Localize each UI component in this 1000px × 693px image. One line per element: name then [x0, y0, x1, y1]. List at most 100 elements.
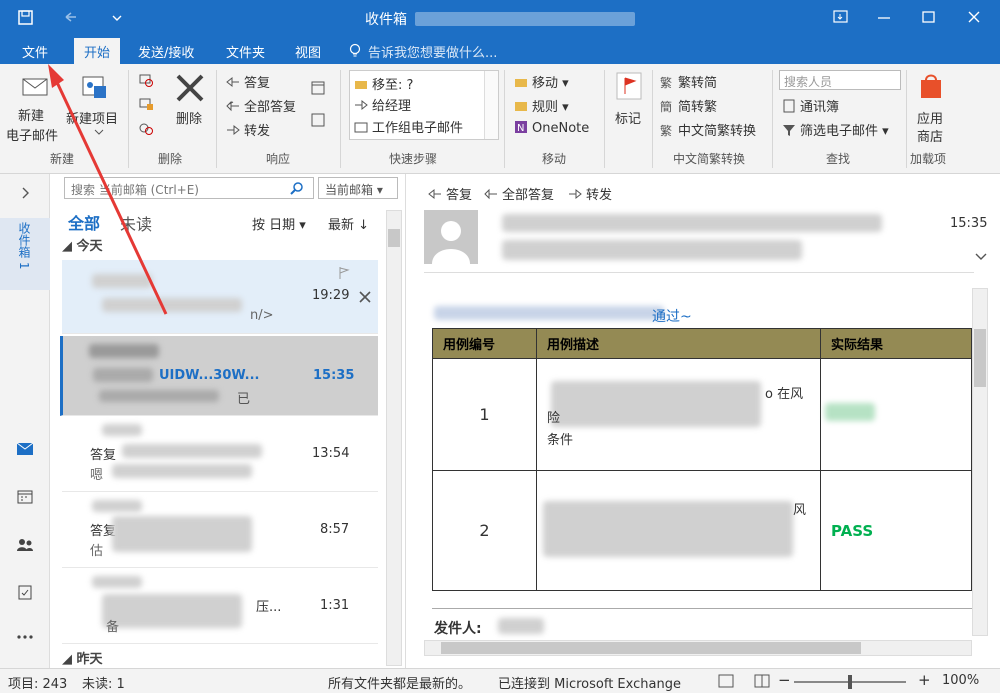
- zoom-in-button[interactable]: +: [918, 671, 931, 689]
- tab-home[interactable]: 开始: [74, 38, 121, 64]
- reading-reply-label: 答复: [446, 188, 473, 203]
- more-icon[interactable]: [16, 634, 34, 640]
- tab-view[interactable]: 视图: [295, 42, 321, 61]
- group-find: 查找: [826, 152, 851, 166]
- reading-forward-button[interactable]: 转发: [568, 184, 612, 203]
- new-items-button[interactable]: 新建项目: [66, 108, 118, 127]
- avatar: [424, 210, 478, 264]
- message-list-pane: 搜索 当前邮箱 (Ctrl+E) 当前邮箱 ▾ 全部 未读 按 日期 ▾ 最新 …: [50, 174, 406, 668]
- trad-to-simp-button[interactable]: 繁繁转简: [660, 72, 717, 91]
- qat-dropdown-icon[interactable]: [110, 10, 124, 24]
- tab-folder[interactable]: 文件夹: [226, 42, 265, 61]
- search-icon[interactable]: [290, 182, 304, 196]
- section-today[interactable]: ◢ 今天: [62, 235, 378, 255]
- row-desc: 风: [536, 470, 821, 591]
- reading-scrollbar-h[interactable]: [424, 640, 972, 656]
- search-scope-dropdown[interactable]: 当前邮箱 ▾: [318, 177, 398, 199]
- scroll-thumb-h[interactable]: [441, 642, 861, 654]
- table-row: 1 o 在风 险 条件: [432, 358, 972, 471]
- reading-forward-label: 转发: [586, 188, 613, 203]
- store-button[interactable]: 应用: [917, 108, 943, 127]
- section-yesterday[interactable]: ◢ 昨天: [62, 648, 378, 668]
- ribbon-display-icon[interactable]: [832, 9, 850, 25]
- normal-view-icon[interactable]: [718, 674, 734, 688]
- close-icon[interactable]: [965, 9, 983, 25]
- simp-label: 简转繁: [678, 100, 718, 115]
- list-item[interactable]: n/> 19:29: [62, 260, 378, 334]
- reply-button[interactable]: 答复: [226, 72, 270, 91]
- zoom-out-button[interactable]: −: [778, 671, 791, 689]
- forward-label: 转发: [244, 124, 271, 139]
- new-items-dropdown-icon[interactable]: [94, 128, 104, 136]
- zoom-thumb[interactable]: [848, 675, 852, 689]
- tasks-icon[interactable]: [18, 584, 32, 600]
- onenote-button[interactable]: N OneNote: [514, 120, 589, 136]
- mail-preview: 嗯: [90, 468, 104, 483]
- minimize-icon[interactable]: [875, 9, 893, 25]
- more-respond-icon[interactable]: [310, 112, 326, 128]
- flag-button[interactable]: 标记: [615, 108, 641, 127]
- move-button[interactable]: 移动 ▾: [514, 72, 569, 91]
- zoom-slider[interactable]: [794, 675, 906, 689]
- gallery-scroll[interactable]: [484, 71, 498, 139]
- tell-me-search[interactable]: 告诉我您想要做什么...: [368, 42, 497, 61]
- group-move: 移动: [542, 152, 567, 166]
- rules-button[interactable]: 规则 ▾: [514, 96, 569, 115]
- sort-order[interactable]: 最新 ↓: [328, 214, 369, 233]
- people-icon[interactable]: [16, 538, 34, 552]
- new-mail-button[interactable]: 新建: [18, 108, 44, 125]
- reading-reply-all-button[interactable]: 全部答复: [484, 184, 554, 203]
- reply-all-button[interactable]: 全部答复: [226, 96, 296, 115]
- calendar-icon[interactable]: [17, 490, 33, 504]
- tab-send-receive[interactable]: 发送/接收: [138, 42, 194, 61]
- meeting-icon[interactable]: [310, 80, 326, 96]
- simp-to-trad-button[interactable]: 簡简转繁: [660, 96, 717, 115]
- maximize-icon[interactable]: [920, 9, 938, 25]
- undo-icon[interactable]: [62, 9, 80, 25]
- reply-all-icon: [226, 100, 239, 112]
- message-list-scrollbar[interactable]: [386, 210, 402, 666]
- scroll-thumb[interactable]: [974, 329, 986, 387]
- scroll-thumb[interactable]: [388, 229, 400, 247]
- ribbon-tabs: 文件 开始 发送/接收 文件夹 视图 告诉我您想要做什么...: [0, 36, 1000, 64]
- svg-text:簡: 簡: [660, 99, 672, 113]
- list-item[interactable]: 答复 嗯 13:54: [62, 418, 378, 492]
- status-bar: 项目: 243 未读: 1 所有文件夹都是最新的。 已连接到 Microsoft…: [0, 668, 1000, 693]
- forward-button[interactable]: 转发: [226, 120, 270, 139]
- quick-step-to-manager[interactable]: 给经理: [354, 95, 411, 114]
- search-input[interactable]: 搜索 当前邮箱 (Ctrl+E): [64, 177, 314, 199]
- convert-button[interactable]: 繁中文简繁转换: [660, 120, 756, 139]
- sort-by-date[interactable]: 按 日期 ▾: [252, 214, 306, 233]
- list-item[interactable]: 答复 估 8:57: [62, 494, 378, 568]
- filter-mail-button[interactable]: 筛选电子邮件 ▾: [782, 120, 889, 139]
- list-item[interactable]: 压... 备 1:31: [62, 570, 378, 644]
- expand-header-icon[interactable]: [974, 252, 988, 262]
- mail-time: 13:54: [312, 446, 350, 461]
- folder-inbox-tab[interactable]: 收件箱 1: [0, 218, 50, 290]
- ignore-icon[interactable]: [138, 72, 154, 88]
- new-mail-label-2[interactable]: 电子邮件: [6, 125, 58, 144]
- save-icon[interactable]: [16, 8, 36, 28]
- quick-step-team-email[interactable]: 工作组电子邮件: [354, 117, 463, 136]
- filter-unread[interactable]: 未读: [120, 211, 152, 235]
- delete-button[interactable]: 删除: [176, 108, 202, 127]
- junk-icon[interactable]: [138, 120, 154, 136]
- filter-all[interactable]: 全部: [68, 210, 100, 234]
- mail-time: 19:29: [312, 288, 350, 303]
- cleanup-icon[interactable]: [138, 96, 154, 112]
- mail-icon[interactable]: [16, 442, 34, 456]
- reading-reply-button[interactable]: 答复: [428, 184, 472, 203]
- search-people-input[interactable]: 搜索人员: [779, 70, 901, 90]
- flag-outline-icon[interactable]: [338, 266, 350, 280]
- delete-mail-icon[interactable]: [358, 290, 372, 304]
- col-desc: 用例描述: [536, 328, 821, 359]
- tab-file[interactable]: 文件: [22, 42, 48, 61]
- expand-pane-icon[interactable]: [18, 186, 32, 200]
- list-item[interactable]: UIDW...30W... 15:35 已: [60, 336, 378, 416]
- account-redacted: [415, 12, 635, 26]
- zoom-level[interactable]: 100%: [942, 673, 979, 688]
- quick-step-move-to[interactable]: 移至: ?: [354, 74, 413, 93]
- reading-scrollbar-v[interactable]: [972, 288, 988, 636]
- reading-view-icon[interactable]: [754, 674, 770, 688]
- address-book-button[interactable]: 通讯簿: [782, 96, 839, 115]
